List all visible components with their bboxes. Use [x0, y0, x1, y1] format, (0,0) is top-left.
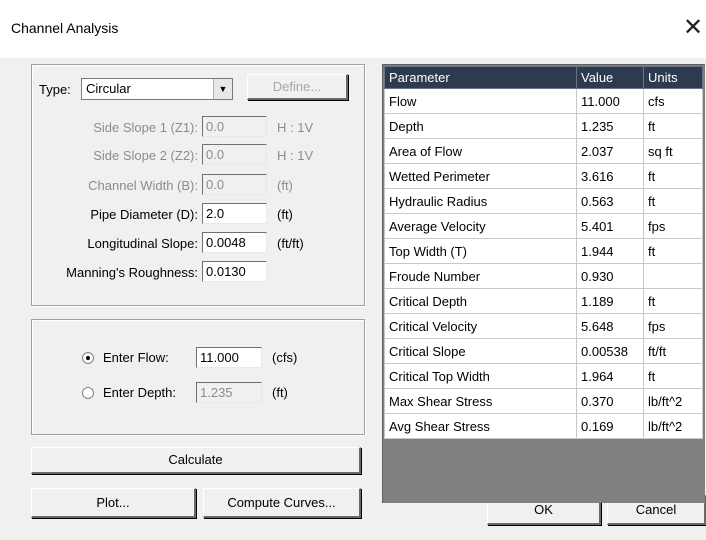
cell-units: cfs: [643, 88, 703, 114]
pipe-diameter-unit: (ft): [277, 207, 293, 222]
table-row[interactable]: Average Velocity 5.401 fps: [384, 213, 703, 239]
cell-parameter: Critical Velocity: [384, 313, 577, 339]
pipe-diameter-field[interactable]: 2.0: [202, 203, 267, 224]
enter-depth-label[interactable]: Enter Depth:: [103, 385, 176, 400]
cell-parameter: Average Velocity: [384, 213, 577, 239]
close-icon[interactable]: ✕: [680, 12, 706, 42]
cell-units: ft: [643, 163, 703, 189]
flow-unit: (cfs): [272, 350, 298, 365]
compute-curves-button[interactable]: Compute Curves...: [203, 488, 361, 518]
mannings-roughness-label: Manning's Roughness:: [66, 265, 198, 280]
depth-field[interactable]: 1.235: [196, 382, 262, 403]
cell-units: sq ft: [643, 138, 703, 164]
table-row[interactable]: Critical Slope 0.00538 ft/ft: [384, 338, 703, 364]
table-row[interactable]: Critical Top Width 1.964 ft: [384, 363, 703, 389]
cell-units: ft/ft: [643, 338, 703, 364]
cell-parameter: Depth: [384, 113, 577, 139]
cell-units: [643, 263, 703, 289]
table-row[interactable]: Area of Flow 2.037 sq ft: [384, 138, 703, 164]
cell-parameter: Critical Depth: [384, 288, 577, 314]
cell-parameter: Top Width (T): [384, 238, 577, 264]
cell-units: ft: [643, 363, 703, 389]
cell-value: 11.000: [576, 88, 644, 114]
results-header-row: Parameter Value Units: [384, 66, 703, 89]
table-row[interactable]: Flow 11.000 cfs: [384, 88, 703, 114]
cell-value: 0.563: [576, 188, 644, 214]
table-row[interactable]: Avg Shear Stress 0.169 lb/ft^2: [384, 413, 703, 439]
type-label: Type:: [39, 82, 71, 97]
enter-flow-label[interactable]: Enter Flow:: [103, 350, 169, 365]
cell-value: 0.930: [576, 263, 644, 289]
plot-button[interactable]: Plot...: [31, 488, 196, 518]
depth-unit: (ft): [272, 385, 288, 400]
cell-value: 0.169: [576, 413, 644, 439]
cell-value: 3.616: [576, 163, 644, 189]
pipe-diameter-label: Pipe Diameter (D):: [90, 207, 198, 222]
channel-width-field[interactable]: 0.0: [202, 174, 267, 195]
type-selected-value: Circular: [86, 81, 131, 96]
cell-value: 0.370: [576, 388, 644, 414]
cell-units: lb/ft^2: [643, 388, 703, 414]
channel-width-label: Channel Width (B):: [88, 178, 198, 193]
side-slope-2-unit: H : 1V: [277, 148, 314, 163]
type-select[interactable]: Circular ▼: [81, 78, 233, 100]
cell-value: 0.00538: [576, 338, 644, 364]
cell-parameter: Flow: [384, 88, 577, 114]
cell-units: lb/ft^2: [643, 413, 703, 439]
mannings-roughness-field[interactable]: 0.0130: [202, 261, 267, 282]
longitudinal-slope-field[interactable]: 0.0048: [202, 232, 267, 253]
cell-units: ft: [643, 288, 703, 314]
column-header-parameter[interactable]: Parameter: [384, 66, 577, 89]
cell-value: 2.037: [576, 138, 644, 164]
longitudinal-slope-unit: (ft/ft): [277, 236, 304, 251]
table-row[interactable]: Top Width (T) 1.944 ft: [384, 238, 703, 264]
column-header-value[interactable]: Value: [576, 66, 644, 89]
table-row[interactable]: Wetted Perimeter 3.616 ft: [384, 163, 703, 189]
results-table: Parameter Value Units Flow 11.000 cfs Depth…: [384, 66, 703, 439]
define-button[interactable]: Define...: [247, 74, 348, 100]
calculate-button[interactable]: Calculate: [31, 447, 361, 474]
column-header-units[interactable]: Units: [643, 66, 703, 89]
table-row[interactable]: Froude Number 0.930: [384, 263, 703, 289]
side-slope-1-label: Side Slope 1 (Z1):: [93, 120, 198, 135]
cell-units: fps: [643, 313, 703, 339]
cell-parameter: Area of Flow: [384, 138, 577, 164]
cell-parameter: Wetted Perimeter: [384, 163, 577, 189]
channel-analysis-dialog: Channel Analysis ✕ Type: Circular ▼ Defi…: [0, 0, 706, 540]
cell-parameter: Avg Shear Stress: [384, 413, 577, 439]
side-slope-1-unit: H : 1V: [277, 120, 314, 135]
cell-value: 1.235: [576, 113, 644, 139]
cell-value: 1.964: [576, 363, 644, 389]
cell-units: ft: [643, 238, 703, 264]
cell-units: fps: [643, 213, 703, 239]
cell-value: 5.401: [576, 213, 644, 239]
side-slope-2-label: Side Slope 2 (Z2):: [93, 148, 198, 163]
table-row[interactable]: Hydraulic Radius 0.563 ft: [384, 188, 703, 214]
table-row[interactable]: Depth 1.235 ft: [384, 113, 703, 139]
cell-units: ft: [643, 113, 703, 139]
cell-value: 1.944: [576, 238, 644, 264]
cell-parameter: Hydraulic Radius: [384, 188, 577, 214]
side-slope-2-field[interactable]: 0.0: [202, 144, 267, 165]
longitudinal-slope-label: Longitudinal Slope:: [87, 236, 198, 251]
table-row[interactable]: Max Shear Stress 0.370 lb/ft^2: [384, 388, 703, 414]
enter-depth-radio[interactable]: [82, 387, 94, 399]
cell-value: 1.189: [576, 288, 644, 314]
flow-depth-group: [31, 319, 365, 435]
cell-units: ft: [643, 188, 703, 214]
cell-parameter: Max Shear Stress: [384, 388, 577, 414]
cell-parameter: Froude Number: [384, 263, 577, 289]
cell-value: 5.648: [576, 313, 644, 339]
cell-parameter: Critical Top Width: [384, 363, 577, 389]
table-row[interactable]: Critical Velocity 5.648 fps: [384, 313, 703, 339]
enter-flow-radio[interactable]: [82, 352, 94, 364]
cell-parameter: Critical Slope: [384, 338, 577, 364]
chevron-down-icon[interactable]: ▼: [213, 79, 232, 99]
channel-width-unit: (ft): [277, 178, 293, 193]
flow-field[interactable]: 11.000: [196, 347, 262, 368]
table-row[interactable]: Critical Depth 1.189 ft: [384, 288, 703, 314]
dialog-title: Channel Analysis: [11, 20, 119, 36]
title-bar: Channel Analysis ✕: [0, 0, 706, 58]
side-slope-1-field[interactable]: 0.0: [202, 116, 267, 137]
